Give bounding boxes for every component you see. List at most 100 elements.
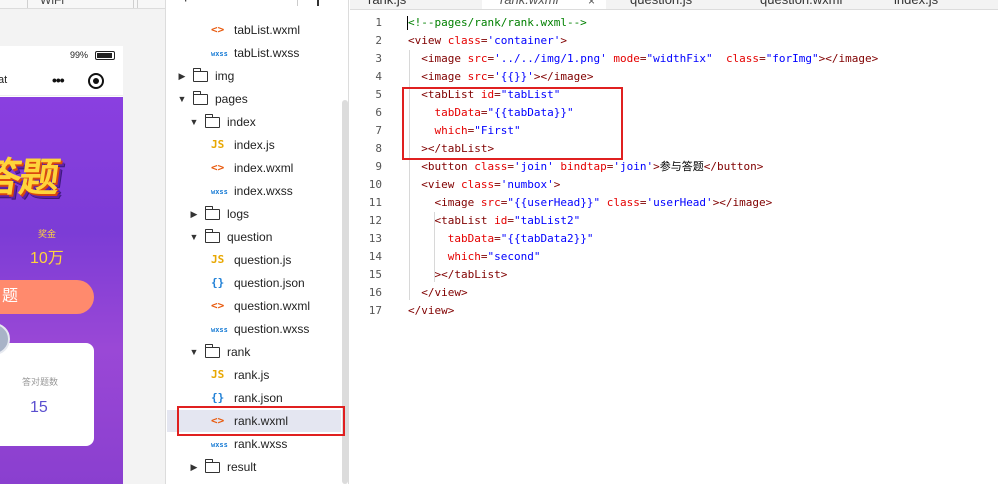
code-tag: ></image> [818,52,879,65]
line-number: 2 [375,34,382,47]
join-button[interactable]: 题 [0,280,94,314]
add-file-icon[interactable]: + [181,0,190,8]
code-attribute: tabData [447,232,495,245]
code-line[interactable]: <view class='container'> [408,32,567,50]
code-line[interactable]: <button class='join' bindtap='join'>参与答题… [408,158,763,176]
tree-item-label: question [227,230,273,244]
stats-label: 答对题数 [22,377,59,387]
chevron-right-icon[interactable]: ▶ [189,456,199,478]
tree-file-question-json[interactable]: {} question.json [167,272,341,294]
code-tag [713,52,726,65]
tree-folder-logs[interactable]: ▶ logs [167,203,341,225]
tree-file-index-js[interactable]: JS index.js [167,134,341,156]
tree-folder-pages[interactable]: ▼ pages [167,88,341,110]
chevron-right-icon[interactable]: ▶ [177,65,187,87]
folder-icon [205,459,220,473]
tree-item-label: index [227,115,256,129]
close-capsule-icon[interactable] [88,73,104,89]
prize-label: 奖金 [38,229,57,239]
tree-folder-result[interactable]: ▶ result [167,456,341,478]
stats-value: 15 [30,399,48,416]
tree-folder-question[interactable]: ▼ question [167,226,341,248]
code-line[interactable]: </view> [408,302,454,320]
line-number: 15 [368,268,382,281]
code-tag: <tabList [408,214,495,227]
code-tag: = [480,250,488,263]
tab-question-js[interactable]: question.js [630,0,750,9]
code-attribute: src [467,52,488,65]
line-number-gutter: 1 2 3 4 5 6 7 8 9 10 11 12 13 14 15 16 17 [350,14,390,484]
more-dots-icon[interactable]: ••• [52,72,65,88]
code-line[interactable]: <view class='numbox'> [408,176,560,194]
tab-question-wxml[interactable]: question.wxml [760,0,880,9]
line-number: 14 [368,250,382,263]
tree-file-index-wxss[interactable]: wxss index.wxss [167,180,341,202]
code-tag: > [553,178,561,191]
code-tag: = [507,214,514,227]
chevron-right-icon[interactable]: ▶ [189,203,199,225]
line-number: 10 [368,178,382,191]
code-attribute: class [606,196,640,209]
code-string: "{{tabData2}}" [500,232,594,245]
tree-file-tablist-wxml[interactable]: <> tabList.wxml [167,19,341,41]
chevron-down-icon[interactable]: ▼ [189,341,199,363]
tree-item-label: question.wxml [234,299,311,313]
code-line[interactable]: tabData="{{tabData2}}" [408,230,594,248]
code-tag: ></image> [533,70,594,83]
chevron-down-icon[interactable]: ▼ [177,88,187,110]
code-line[interactable]: <tabList id="tabList2" [408,212,580,230]
code-line[interactable]: <image src="{{userHead}}" class='userHea… [408,194,772,212]
tab-index-js[interactable]: index.js [894,0,994,9]
chevron-down-icon[interactable]: ▼ [189,111,199,133]
code-line[interactable]: </view> [408,284,467,302]
code-attribute: which [447,250,481,263]
device-select[interactable] [0,0,28,8]
code-string: "{{userHead}}" [507,196,601,209]
code-line[interactable]: <image src='../../img/1.png' mode="width… [408,50,878,68]
tree-file-rank-wxss[interactable]: wxss rank.wxss [167,433,341,455]
tree-file-rank-js[interactable]: JS rank.js [167,364,341,386]
tree-folder-img[interactable]: ▶ img [167,65,341,87]
tree-file-question-wxss[interactable]: wxss question.wxss [167,318,341,340]
collapse-panel-icon[interactable] [317,0,327,6]
code-string: "second" [487,250,541,263]
tree-item-label: tabList.wxss [234,46,300,60]
line-number: 16 [368,286,382,299]
code-tag: ></tabList> [408,268,508,281]
code-line[interactable]: ></tabList> [408,266,507,284]
wxss-file-icon: wxss [211,326,228,334]
code-attribute: src [467,70,488,83]
close-tab-icon[interactable]: × [588,0,595,8]
code-tag: <image [408,52,468,65]
code-tag: <view [408,34,448,47]
network-select[interactable]: WiFi [38,0,134,8]
code-line[interactable]: which="second" [408,248,541,266]
stats-card: 答对题数 15 [0,343,94,446]
folder-open-icon [193,91,208,105]
code-string: 'container' [487,34,561,47]
code-line[interactable]: <!--pages/rank/rank.wxml--> [408,14,587,32]
code-tag: <image [408,196,481,209]
tree-file-question-wxml[interactable]: <> question.wxml [167,295,341,317]
code-attribute: class [460,178,495,191]
tree-folder-rank[interactable]: ▼ rank [167,341,341,363]
rank-page-preview: 答题 奖金 10万 题 答对题数 15 [0,97,123,484]
chevron-down-icon[interactable]: ▼ [189,226,199,248]
simulator-options-button[interactable] [137,0,165,8]
code-line[interactable]: <image src='{{}}'></image> [408,68,593,86]
tree-item-label: pages [215,92,248,106]
code-area[interactable]: <!--pages/rank/rank.wxml--> <view class='… [408,14,998,484]
tree-folder-index[interactable]: ▼ index [167,111,341,133]
code-tag: <image [408,70,468,83]
tree-file-question-js[interactable]: JS question.js [167,249,341,271]
code-tag: <button [408,160,475,173]
tree-file-index-wxml[interactable]: <> index.wxml [167,157,341,179]
phone-status-bar: 99% [0,46,123,66]
toolbar-divider [297,0,298,6]
explorer-toolbar: + [167,0,348,8]
code-tag: ></image> [712,196,773,209]
tab-rank-js[interactable]: rank.js [368,0,478,9]
code-tag [408,232,448,245]
tree-file-tablist-wxss[interactable]: wxss tabList.wxss [167,42,341,64]
phone-nav-bar: at ••• [0,66,123,96]
